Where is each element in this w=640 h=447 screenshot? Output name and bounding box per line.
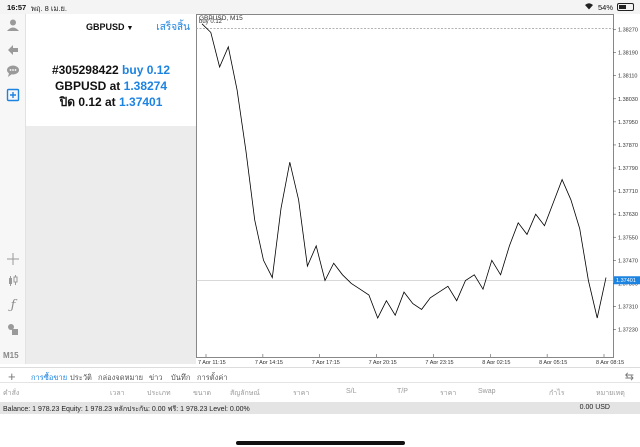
col-size: ขนาด xyxy=(193,390,212,397)
y-tick-label: 1.37310 xyxy=(618,304,638,310)
panel-background xyxy=(26,126,196,364)
status-bar: 16:57 พฤ. 8 เม.ย. 54% xyxy=(0,0,640,14)
y-tick-label: 1.37550 xyxy=(618,235,638,241)
col-tp: T/P xyxy=(397,388,408,395)
col-sl: S/L xyxy=(346,388,357,395)
wifi-icon xyxy=(584,2,594,12)
col-time: เวลา xyxy=(110,390,125,397)
function-icon[interactable]: ƒ xyxy=(4,296,22,314)
y-tick-label: 1.37470 xyxy=(618,258,638,264)
close-label: ปิด 0.12 at xyxy=(59,95,116,109)
y-tick-label: 1.37630 xyxy=(618,212,638,218)
tab-settings[interactable]: การตั้งค่า xyxy=(197,372,228,384)
y-tick-label: 1.37790 xyxy=(618,166,638,172)
close-price: 1.37401 xyxy=(119,95,163,109)
x-tick-label: 8 Apr 02:15 xyxy=(482,360,510,364)
x-tick-label: 7 Apr 23:15 xyxy=(425,360,453,364)
open-symbol-label: GBPUSD at xyxy=(54,79,121,93)
chat-icon[interactable] xyxy=(4,62,22,80)
col-profit: กำไร xyxy=(549,390,565,397)
timeframe-label[interactable]: M15 xyxy=(3,351,19,360)
order-header: GBPUSD ▼ เสร็จสิ้น xyxy=(26,14,196,40)
y-tick-label: 1.37950 xyxy=(618,120,638,126)
x-tick-label: 7 Apr 11:15 xyxy=(198,360,226,364)
order-line-close: ปิด 0.12 at 1.37401 xyxy=(26,94,196,110)
home-indicator[interactable] xyxy=(236,441,405,445)
order-line-open: GBPUSD at 1.38274 xyxy=(26,78,196,94)
order-line-ticket: #305298422 buy 0.12 xyxy=(26,62,196,78)
price-chart[interactable]: 1.38270 1.38190 1.38110 1.38030 1.37950 1.378… xyxy=(196,14,640,366)
x-tick-label: 7 Apr 17:15 xyxy=(312,360,340,364)
current-price-label: 1.37401 xyxy=(616,278,636,284)
col-swap: Swap xyxy=(478,388,496,395)
new-order-icon[interactable] xyxy=(4,86,22,104)
col-price-current: ราคา xyxy=(440,390,457,397)
chart-order-label: buy 0.12 xyxy=(199,19,223,26)
status-time: 16:57 xyxy=(7,3,27,12)
done-button[interactable]: เสร็จสิ้น xyxy=(156,20,190,35)
candles-icon[interactable] xyxy=(4,272,22,290)
x-tick-label: 8 Apr 05:15 xyxy=(539,360,567,364)
tab-mailbox[interactable]: กล่องจดหมาย xyxy=(98,372,143,384)
battery-percent: 54% xyxy=(597,2,613,12)
crosshair-icon[interactable] xyxy=(4,250,22,268)
x-tick-label: 8 Apr 08:15 xyxy=(596,360,624,364)
user-icon[interactable] xyxy=(4,16,22,34)
tab-news[interactable]: ข่าว xyxy=(149,372,163,384)
y-tick-label: 1.38030 xyxy=(618,97,638,103)
y-tick-label: 1.38190 xyxy=(618,51,638,57)
tab-journal[interactable]: บันทึก xyxy=(171,372,190,384)
col-comment: หมายเหตุ xyxy=(596,390,625,397)
trade-columns: คำสั่ง เวลา ประเภท ขนาด สัญลักษณ์ ราคา S… xyxy=(0,384,640,400)
tab-history[interactable]: ประวัติ xyxy=(70,372,92,384)
order-result: #305298422 buy 0.12 GBPUSD at 1.38274 ปิ… xyxy=(26,62,196,110)
status-right: 54% xyxy=(584,2,634,12)
layout-icon[interactable]: ⇆ xyxy=(625,370,634,383)
y-tick-label: 1.38110 xyxy=(618,74,637,80)
y-tick-label: 1.37870 xyxy=(618,143,638,149)
x-tick-label: 7 Apr 20:15 xyxy=(369,360,397,364)
battery-icon xyxy=(617,3,634,11)
symbol-name: GBPUSD xyxy=(86,22,125,32)
objects-icon[interactable] xyxy=(4,320,22,338)
add-icon[interactable]: + xyxy=(8,369,16,384)
tabs-bar: + การซื้อขาย ประวัติ กล่องจดหมาย ข่าว บั… xyxy=(0,367,640,387)
col-order: คำสั่ง xyxy=(3,390,20,397)
open-price: 1.38274 xyxy=(123,79,168,93)
balance-profit-value: 0.00 USD xyxy=(579,404,610,411)
trade-icon[interactable] xyxy=(4,40,22,58)
order-side-volume: buy 0.12 xyxy=(122,63,171,77)
chevron-down-icon: ▼ xyxy=(126,25,134,32)
symbol-selector[interactable]: GBPUSD ▼ xyxy=(86,22,133,32)
x-tick-label: 7 Apr 14:15 xyxy=(255,360,283,364)
left-toolbar: ƒ M15 xyxy=(0,14,26,364)
balance-bar: Balance: 1 978.23 Equity: 1 978.23 หลักป… xyxy=(0,402,640,414)
order-panel: GBPUSD ▼ เสร็จสิ้น #305298422 buy 0.12 GB… xyxy=(26,14,196,126)
y-tick-label: 1.38270 xyxy=(618,28,638,34)
col-type: ประเภท xyxy=(147,390,171,397)
y-tick-label: 1.37230 xyxy=(618,328,638,334)
chart-canvas[interactable]: 1.38270 1.38190 1.38110 1.38030 1.37950 1.378… xyxy=(196,14,640,366)
col-symbol: สัญลักษณ์ xyxy=(230,390,260,397)
col-price: ราคา xyxy=(293,390,310,397)
home-area xyxy=(0,414,640,447)
y-tick-label: 1.37710 xyxy=(618,189,638,195)
ticket-number: #305298422 xyxy=(51,63,119,77)
